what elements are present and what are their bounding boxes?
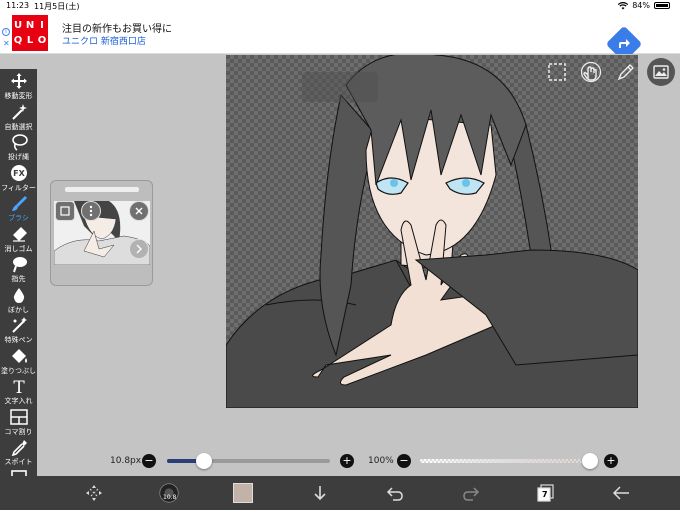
tool-label: コマ割り — [4, 427, 33, 436]
tool-label: 特殊ペン — [4, 336, 33, 344]
tool-label: 文字入れ — [4, 397, 33, 405]
selection-icon[interactable] — [545, 60, 569, 84]
layer-count: 7 — [542, 490, 548, 499]
magic-wand-icon — [11, 103, 27, 120]
brush-icon — [11, 196, 27, 211]
ad-store: ユニクロ 新宿西口店 — [62, 37, 146, 47]
tool-lasso[interactable]: 投げ縄 — [0, 131, 37, 165]
tool-magic-wand[interactable]: 自動選択 — [0, 101, 37, 135]
move-icon — [10, 73, 27, 89]
text-icon: T — [13, 378, 25, 395]
tool-label: フィルター — [1, 183, 36, 192]
navigator-menu-icon[interactable] — [81, 201, 101, 221]
undo-icon[interactable] — [383, 481, 407, 505]
special-pen-icon — [11, 317, 27, 333]
frame-divide-icon — [9, 408, 28, 425]
brush-size-label: 10.8px — [110, 456, 142, 466]
tool-move[interactable]: 移動変形 — [0, 70, 37, 104]
tool-sidebar: 移動変形 自動選択 投げ縄 FX フィルター ブラシ 消しゴム 指先 ぼかし 特殊ペン 塗りつぶし T… — [0, 69, 37, 497]
slider-bar: 10.8px − + 100% − + — [0, 448, 680, 476]
gallery-icon[interactable] — [647, 58, 675, 86]
tool-label: ブラシ — [8, 214, 29, 222]
hand-tool-icon[interactable] — [579, 60, 603, 84]
brush-preview-button[interactable]: 10.8 — [156, 480, 182, 506]
tool-fx[interactable]: FX フィルター — [0, 162, 37, 196]
close-icon[interactable]: ✕ — [3, 39, 10, 48]
navigator-next-icon[interactable] — [129, 239, 149, 259]
opacity-slider[interactable] — [420, 459, 590, 463]
tool-text[interactable]: T 文字入れ — [0, 375, 37, 409]
blur-drop-icon — [13, 287, 24, 303]
opacity-label: 100% — [368, 456, 394, 466]
opacity-increase-button[interactable]: + — [604, 454, 618, 468]
navigator-drag-handle[interactable] — [65, 187, 139, 192]
quick-access-icon[interactable] — [82, 481, 106, 505]
opacity-knob[interactable] — [582, 453, 598, 469]
brush-size-increase-button[interactable]: + — [340, 454, 354, 468]
brush-size-decrease-button[interactable]: − — [142, 454, 156, 468]
tool-label: 移動変形 — [4, 92, 33, 100]
eraser-icon — [12, 226, 27, 242]
tool-finger[interactable]: 指先 — [0, 253, 37, 287]
tool-blur-drop[interactable]: ぼかし — [0, 284, 37, 318]
tool-label: 消しゴム — [4, 244, 33, 253]
tool-label: 投げ縄 — [8, 153, 29, 161]
info-icon[interactable]: i — [2, 28, 10, 36]
status-bar: 11:23 11月5日(土) 84% — [0, 0, 680, 12]
brush-size-knob[interactable] — [196, 453, 213, 469]
brush-size-slider[interactable] — [167, 459, 330, 463]
uniqlo-logo: UNI QLO — [12, 15, 48, 51]
tool-frame-divide[interactable]: コマ割り — [0, 406, 37, 440]
battery-icon — [654, 2, 670, 9]
navigator-fit-icon[interactable] — [55, 201, 75, 221]
artwork — [226, 55, 638, 408]
bottom-toolbar: 10.8 7 — [0, 476, 680, 510]
brush-size-badge: 10.8 — [163, 494, 177, 501]
current-color-swatch[interactable] — [232, 482, 254, 504]
tool-label: 塗りつぶし — [0, 366, 37, 375]
tool-label: 自動選択 — [4, 122, 33, 131]
battery-percent: 84% — [632, 1, 650, 10]
download-icon[interactable] — [308, 481, 332, 505]
back-icon[interactable] — [609, 481, 633, 505]
status-date: 11月5日(土) — [34, 2, 80, 11]
ad-banner[interactable]: i ✕ UNI QLO 注目の新作もお買い得に ユニクロ 新宿西口店 — [0, 12, 680, 63]
layers-icon[interactable]: 7 — [533, 481, 557, 505]
lasso-icon — [11, 134, 28, 151]
drawing-canvas[interactable] — [226, 55, 638, 408]
fx-icon: FX — [10, 164, 27, 181]
canvas-overlay-button[interactable] — [302, 72, 378, 102]
pen-icon[interactable] — [614, 60, 638, 84]
tool-fill-bucket[interactable]: 塗りつぶし — [0, 345, 37, 379]
navigator-panel[interactable] — [50, 180, 153, 286]
ad-headline: 注目の新作もお買い得に — [62, 24, 172, 35]
finger-icon — [12, 257, 27, 273]
tool-eraser[interactable]: 消しゴム — [0, 223, 37, 257]
svg-text:FX: FX — [13, 169, 25, 178]
tool-label: ぼかし — [8, 305, 29, 314]
svg-text:T: T — [13, 378, 25, 395]
redo-icon[interactable] — [459, 481, 483, 505]
wifi-icon — [618, 1, 629, 9]
tool-brush[interactable]: ブラシ — [0, 192, 37, 226]
status-right: 84% — [618, 1, 670, 10]
fill-bucket-icon — [11, 348, 27, 363]
tool-label: 指先 — [11, 275, 26, 283]
tool-special-pen[interactable]: 特殊ペン — [0, 314, 37, 348]
status-time: 11:23 — [6, 1, 30, 10]
opacity-decrease-button[interactable]: − — [397, 454, 411, 468]
navigator-close-icon[interactable] — [129, 201, 149, 221]
